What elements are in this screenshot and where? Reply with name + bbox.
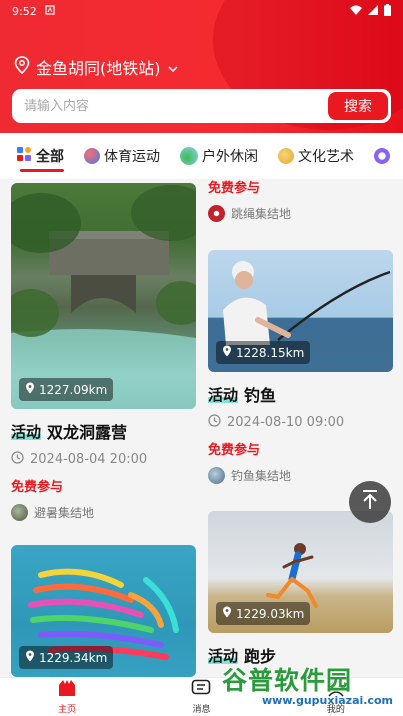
nav-profile[interactable]: 我的: [269, 678, 403, 716]
search-input[interactable]: [12, 89, 328, 123]
activity-title: 活动 跑步: [208, 643, 393, 667]
palette-icon: [278, 148, 294, 164]
arrow-up-icon: [360, 489, 380, 515]
distance-text: 1227.09km: [39, 382, 108, 397]
activity-title: 活动 双龙洞露营: [11, 419, 196, 443]
activity-name: 钓鱼: [244, 386, 277, 405]
home-icon: [57, 679, 77, 700]
price-label: 免费参与: [208, 443, 261, 458]
outdoor-icon: [180, 147, 198, 165]
tab-label: 文化艺术: [298, 149, 354, 165]
distance-badge: 1229.03km: [216, 602, 311, 625]
time-text: 2024-08-10 09:00: [227, 415, 345, 430]
distance-badge: 1227.09km: [19, 378, 114, 401]
tab-outdoor[interactable]: 户外休闲: [180, 133, 258, 179]
meeting-point-text: 避暑集结地: [34, 506, 95, 520]
price-label: 免费参与: [11, 480, 64, 495]
grid-icon: [16, 146, 32, 166]
meeting-point-text: 跳绳集结地: [231, 207, 292, 221]
location-selector[interactable]: 金鱼胡同(地铁站): [14, 55, 179, 79]
activity-card[interactable]: 1229.34km: [11, 545, 196, 677]
search-button[interactable]: 搜索: [328, 92, 388, 120]
search-bar: 搜索: [12, 89, 391, 123]
activity-card[interactable]: 免费参与 跳绳集结地: [208, 179, 393, 222]
category-tabs: 全部 体育运动 户外休闲 文化艺术: [0, 133, 403, 179]
activity-image: 1228.15km: [208, 250, 393, 372]
profile-icon: [326, 679, 346, 700]
more-category-icon: [374, 148, 390, 164]
avatar: [208, 205, 225, 222]
nav-label: 主页: [58, 705, 77, 715]
activity-image: 1229.03km: [208, 511, 393, 633]
signal-icon: [368, 4, 378, 18]
nav-home[interactable]: 主页: [0, 678, 134, 716]
wifi-icon: [350, 5, 362, 18]
price-label: 免费参与: [208, 181, 261, 196]
status-bar: 9:52: [12, 3, 391, 19]
activity-tag: 活动: [208, 385, 239, 404]
tab-label: 户外休闲: [202, 149, 258, 165]
activity-name: 双龙洞露营: [47, 423, 128, 442]
meeting-point: 跳绳集结地: [208, 205, 393, 222]
status-time: 9:52: [12, 4, 37, 18]
battery-icon: [384, 3, 391, 19]
activity-tag: 活动: [11, 422, 42, 441]
activity-tag: 活动: [208, 646, 239, 665]
activity-feed: 1227.09km 活动 双龙洞露营 2024-08-04 20:00 免费参与…: [0, 179, 403, 677]
tab-sports[interactable]: 体育运动: [84, 133, 160, 179]
location-label: 金鱼胡同(地铁站): [36, 59, 161, 78]
tab-label: 体育运动: [104, 149, 160, 165]
bottom-nav: 主页 消息 我的: [0, 677, 403, 716]
distance-text: 1229.03km: [236, 606, 305, 621]
meeting-point: 避暑集结地: [11, 504, 196, 521]
avatar: [208, 467, 225, 484]
activity-name: 跑步: [244, 647, 277, 666]
clock-icon: [11, 451, 24, 468]
stone-bridge-illustration: [11, 185, 196, 409]
activity-image: 1227.09km: [11, 183, 196, 409]
activity-time: 2024-08-04 20:00: [11, 451, 196, 468]
tab-culture[interactable]: 文化艺术: [278, 133, 354, 179]
location-pin-icon: [25, 382, 35, 397]
time-text: 2024-08-04 20:00: [30, 452, 148, 467]
tab-all[interactable]: 全部: [16, 133, 64, 179]
distance-badge: 1228.15km: [216, 341, 311, 364]
header: 9:52 金鱼胡同(地铁站) 搜索: [0, 0, 403, 133]
nav-label: 我的: [326, 705, 345, 715]
distance-text: 1228.15km: [236, 345, 305, 360]
chevron-down-icon: [167, 58, 179, 77]
activity-image: 1229.34km: [11, 545, 196, 677]
distance-text: 1229.34km: [39, 650, 108, 665]
clock-icon: [208, 414, 221, 431]
location-pin-icon: [14, 56, 30, 78]
avatar: [11, 504, 28, 521]
activity-card[interactable]: 1227.09km 活动 双龙洞露营 2024-08-04 20:00 免费参与…: [11, 183, 196, 521]
back-to-top-button[interactable]: [349, 481, 391, 523]
activity-card[interactable]: 1228.15km 活动 钓鱼 2024-08-10 09:00 免费参与 钓鱼…: [208, 250, 393, 484]
activity-card[interactable]: 1229.03km 活动 跑步: [208, 511, 393, 667]
activity-time: 2024-08-10 09:00: [208, 414, 393, 431]
distance-badge: 1229.34km: [19, 646, 114, 669]
location-pin-icon: [222, 606, 232, 621]
location-pin-icon: [222, 345, 232, 360]
nav-messages[interactable]: 消息: [134, 678, 268, 716]
activity-title: 活动 钓鱼: [208, 382, 393, 406]
location-pin-icon: [25, 650, 35, 665]
meeting-point-text: 钓鱼集结地: [231, 469, 292, 483]
tab-more[interactable]: [374, 133, 390, 179]
nav-label: 消息: [192, 705, 211, 715]
message-icon: [191, 679, 211, 700]
notification-icon: [45, 4, 55, 18]
tab-label: 全部: [36, 149, 64, 165]
sports-icon: [84, 148, 100, 164]
